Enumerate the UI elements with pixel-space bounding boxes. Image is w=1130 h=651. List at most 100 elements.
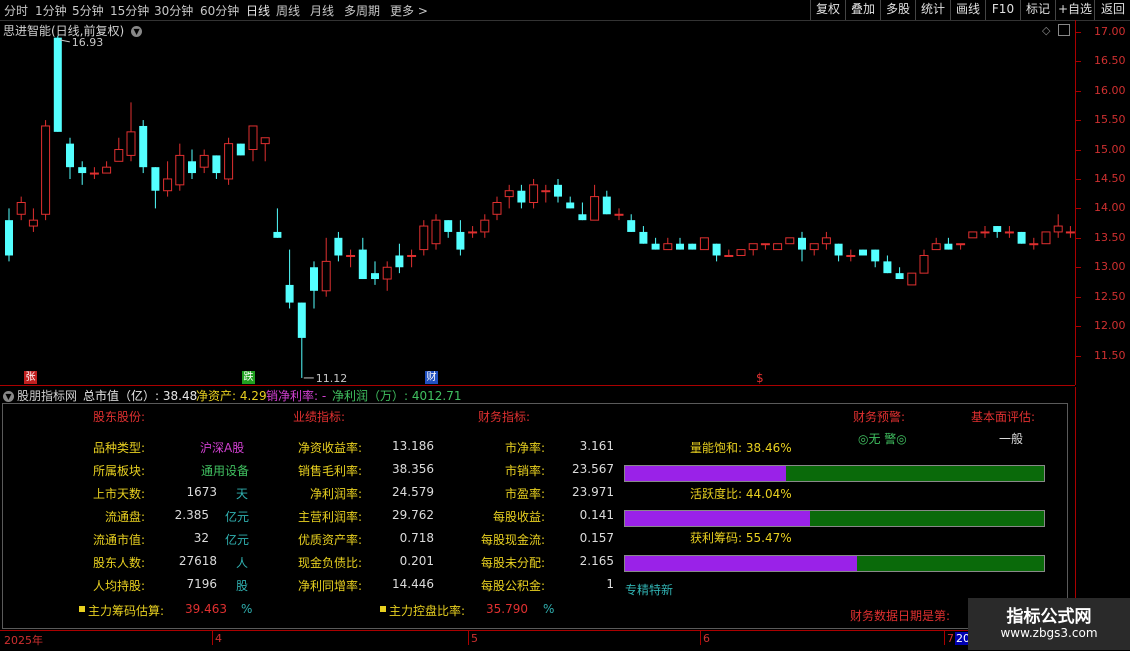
- candle-body[interactable]: [273, 231, 282, 238]
- candle-body[interactable]: [431, 219, 441, 245]
- candle-body[interactable]: [444, 220, 453, 232]
- candle-body[interactable]: [310, 267, 318, 291]
- candle-body[interactable]: [358, 249, 367, 280]
- back-button[interactable]: 返回: [1094, 0, 1130, 20]
- dollar-marker[interactable]: $: [756, 371, 764, 385]
- candle-body[interactable]: [883, 261, 892, 274]
- candle-body[interactable]: [53, 37, 62, 132]
- candle-body[interactable]: [602, 196, 611, 215]
- candle-body[interactable]: [541, 190, 551, 193]
- period-30min[interactable]: 30分钟: [154, 2, 193, 19]
- candle-body[interactable]: [66, 143, 74, 168]
- candle-body[interactable]: [407, 254, 417, 257]
- candle-body[interactable]: [371, 273, 379, 280]
- draw-line-button[interactable]: 画线: [950, 0, 985, 20]
- candle-body[interactable]: [188, 161, 196, 174]
- candle-body[interactable]: [956, 243, 966, 246]
- fuquan-button[interactable]: 复权: [810, 0, 845, 20]
- die-marker[interactable]: 跌: [242, 371, 255, 384]
- candle-body[interactable]: [871, 249, 880, 262]
- candle-body[interactable]: [614, 213, 624, 216]
- candle-body[interactable]: [1041, 231, 1051, 245]
- candle-body[interactable]: [590, 196, 600, 221]
- candle-body[interactable]: [285, 284, 294, 303]
- candle-body[interactable]: [968, 231, 978, 239]
- candle-body[interactable]: [236, 143, 245, 156]
- candle-body[interactable]: [517, 190, 526, 203]
- add-watchlist-button[interactable]: +自选: [1055, 0, 1094, 20]
- overlay-button[interactable]: 叠加: [845, 0, 880, 20]
- period-5min[interactable]: 5分钟: [72, 2, 104, 19]
- candle-body[interactable]: [139, 125, 148, 168]
- candle-body[interactable]: [1004, 231, 1014, 234]
- candle-body[interactable]: [382, 266, 392, 280]
- candle-body[interactable]: [651, 243, 660, 250]
- candle-body[interactable]: [895, 273, 904, 280]
- candle-body[interactable]: [151, 167, 160, 191]
- candle-body[interactable]: [248, 125, 258, 151]
- chevron-down-icon[interactable]: ▼: [3, 388, 14, 402]
- zhang-marker[interactable]: 张: [24, 371, 37, 384]
- candle-body[interactable]: [297, 302, 306, 338]
- candle-body[interactable]: [321, 260, 331, 292]
- period-fenshi[interactable]: 分时: [4, 2, 28, 19]
- candle-body[interactable]: [993, 226, 1002, 232]
- f10-button[interactable]: F10: [985, 0, 1020, 20]
- period-monthly[interactable]: 月线: [310, 2, 334, 19]
- candle-body[interactable]: [809, 243, 819, 251]
- candle-body[interactable]: [456, 231, 465, 250]
- multi-stock-button[interactable]: 多股: [880, 0, 915, 20]
- candle-body[interactable]: [224, 143, 234, 180]
- candle-body[interactable]: [688, 243, 697, 250]
- candle-body[interactable]: [663, 243, 673, 251]
- candle-body[interactable]: [627, 220, 636, 232]
- stats-button[interactable]: 统计: [915, 0, 950, 20]
- candle-body[interactable]: [566, 202, 575, 209]
- candle-body[interactable]: [980, 231, 990, 234]
- candle-body[interactable]: [736, 249, 746, 256]
- candlestick-chart[interactable]: 16.93 11.12: [0, 20, 1075, 385]
- candle-body[interactable]: [419, 225, 429, 251]
- candle-body[interactable]: [16, 202, 26, 215]
- candle-body[interactable]: [163, 178, 173, 192]
- candle-body[interactable]: [114, 149, 124, 162]
- candle-body[interactable]: [346, 254, 356, 257]
- candle-body[interactable]: [676, 243, 684, 250]
- candle-body[interactable]: [212, 155, 221, 174]
- candle-body[interactable]: [834, 243, 843, 256]
- candle-body[interactable]: [78, 167, 87, 174]
- candle-body[interactable]: [907, 272, 917, 286]
- period-more[interactable]: 更多 >: [390, 2, 428, 19]
- candle-body[interactable]: [1053, 225, 1063, 233]
- candle-body[interactable]: [578, 214, 587, 221]
- candle-body[interactable]: [554, 184, 562, 197]
- candle-body[interactable]: [468, 231, 478, 234]
- candle-body[interactable]: [919, 254, 929, 274]
- period-weekly[interactable]: 周线: [276, 2, 300, 19]
- period-daily[interactable]: 日线: [246, 2, 270, 19]
- candle-body[interactable]: [480, 219, 490, 233]
- candle-body[interactable]: [492, 202, 502, 215]
- mark-button[interactable]: 标记: [1020, 0, 1055, 20]
- candle-body[interactable]: [199, 154, 209, 168]
- candle-body[interactable]: [1065, 231, 1075, 234]
- candle-body[interactable]: [699, 237, 709, 251]
- candle-body[interactable]: [260, 137, 270, 145]
- candle-body[interactable]: [529, 184, 539, 204]
- candle-body[interactable]: [175, 154, 185, 186]
- candle-body[interactable]: [102, 166, 112, 174]
- candle-body[interactable]: [126, 131, 136, 156]
- candle-body[interactable]: [785, 237, 795, 245]
- candle-body[interactable]: [395, 255, 404, 268]
- candle-body[interactable]: [944, 243, 953, 250]
- period-multi[interactable]: 多周期: [344, 2, 380, 19]
- candle-body[interactable]: [1029, 243, 1039, 246]
- candle-body[interactable]: [931, 243, 941, 251]
- candle-body[interactable]: [1017, 231, 1026, 244]
- candle-body[interactable]: [859, 249, 867, 256]
- candle-body[interactable]: [773, 243, 783, 251]
- period-15min[interactable]: 15分钟: [110, 2, 149, 19]
- candle-body[interactable]: [748, 243, 758, 251]
- candle-body[interactable]: [712, 243, 721, 256]
- candle-body[interactable]: [760, 243, 770, 246]
